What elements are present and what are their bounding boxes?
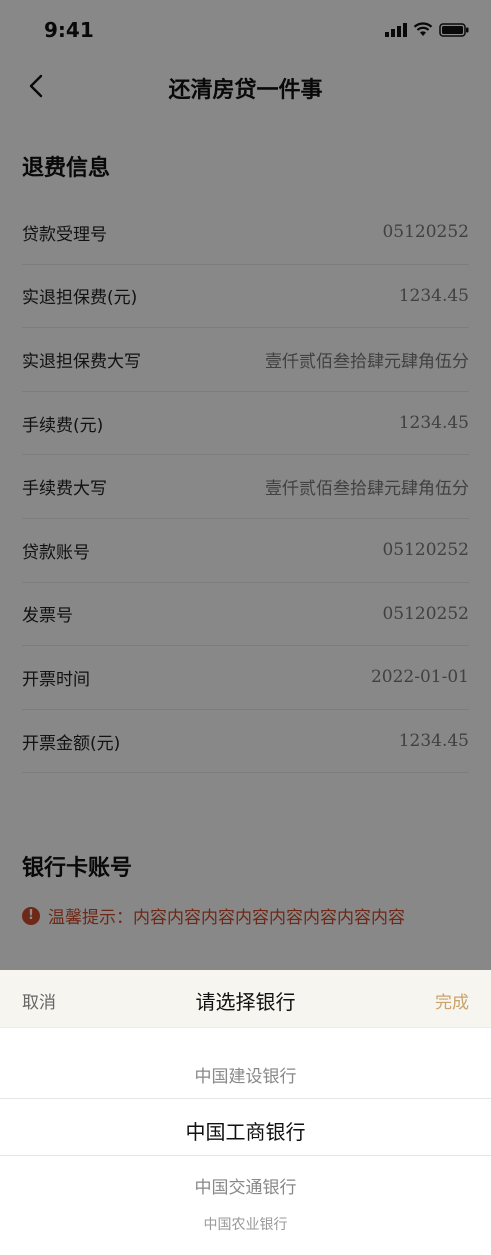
picker-option[interactable]: 中国交通银行 [0,1173,491,1198]
picker-option[interactable]: 中国建设银行 [0,1062,491,1087]
selection-line-bottom [0,1155,491,1156]
bank-picker-sheet: 取消 请选择银行 完成 中国建设银行 中国工商银行 中国交通银行 中国农业银行 [0,970,491,1255]
picker-option[interactable]: 中国农业银行 [0,1214,491,1234]
modal-overlay[interactable] [0,0,491,970]
picker-option-selected[interactable]: 中国工商银行 [0,1116,491,1145]
done-button[interactable]: 完成 [435,988,469,1013]
picker-title: 请选择银行 [195,990,296,1014]
picker-header: 取消 请选择银行 完成 [0,970,491,1028]
selection-line-top [0,1098,491,1099]
